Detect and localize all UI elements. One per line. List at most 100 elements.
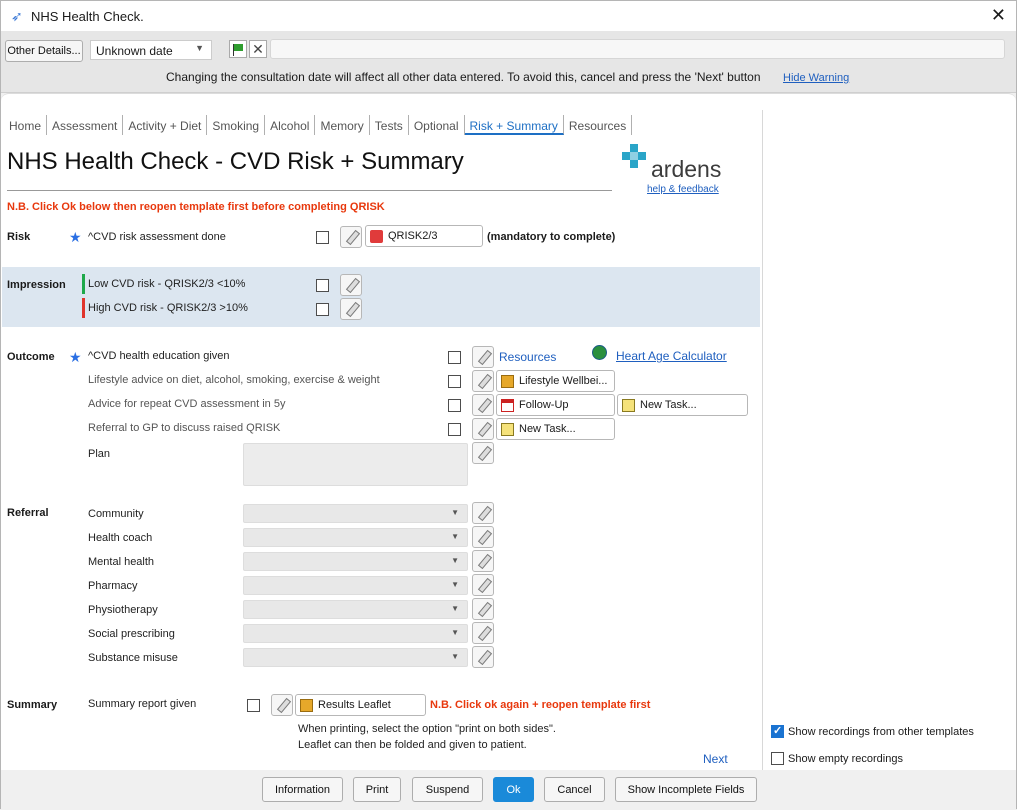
show-recordings-checkbox[interactable] [771, 724, 784, 738]
tab-risk-summary[interactable]: Risk + Summary [464, 115, 564, 135]
date-bar: Other Details... Unknown date ▼ ✕ Changi… [1, 31, 1016, 93]
edit-pencil-icon[interactable] [472, 574, 494, 596]
close-icon[interactable]: ✕ [991, 5, 1006, 26]
edit-pencil-icon[interactable] [271, 694, 293, 716]
star-icon: ★ [69, 229, 82, 245]
summary-section-label: Summary [7, 699, 58, 711]
tab-tests[interactable]: Tests [370, 115, 409, 135]
edit-pencil-icon[interactable] [472, 550, 494, 572]
task-icon [622, 399, 635, 412]
lifestyle-advice-label: Lifestyle advice on diet, alcohol, smoki… [88, 374, 380, 386]
tab-bar: Home Assessment Activity + Diet Smoking … [4, 113, 633, 139]
cvd-risk-assessment-label: ^CVD risk assessment done [88, 231, 226, 243]
print-button[interactable]: Print [353, 777, 401, 802]
referral-pharmacy-label: Pharmacy [88, 580, 138, 592]
hide-warning-link[interactable]: Hide Warning [783, 72, 849, 84]
repeat-assessment-checkbox[interactable] [448, 399, 461, 412]
new-task-button-label: New Task... [519, 423, 576, 435]
consultation-date-select[interactable]: Unknown date ▼ [90, 40, 212, 60]
edit-pencil-icon[interactable] [472, 502, 494, 524]
information-button[interactable]: Information [262, 777, 343, 802]
low-cvd-risk-checkbox[interactable] [316, 279, 329, 292]
outcome-section-label: Outcome [7, 351, 55, 363]
referral-community-label: Community [88, 508, 144, 520]
document-icon [501, 375, 514, 388]
edit-pencil-icon[interactable] [472, 622, 494, 644]
referral-physiotherapy-select[interactable] [243, 600, 468, 619]
referral-substance-misuse-select[interactable] [243, 648, 468, 667]
title-bar: ➶ NHS Health Check. ✕ [1, 1, 1016, 31]
calendar-icon [501, 399, 514, 412]
edit-pencil-icon[interactable] [340, 226, 362, 248]
suspend-button[interactable]: Suspend [412, 777, 483, 802]
referral-physiotherapy-label: Physiotherapy [88, 604, 158, 616]
show-empty-recordings-checkbox[interactable] [771, 752, 784, 765]
edit-pencil-icon[interactable] [472, 346, 494, 368]
high-cvd-risk-checkbox[interactable] [316, 303, 329, 316]
edit-pencil-icon[interactable] [340, 274, 362, 296]
tab-home[interactable]: Home [4, 115, 48, 135]
edit-pencil-icon[interactable] [472, 418, 494, 440]
other-details-button[interactable]: Other Details... [5, 40, 83, 62]
tab-alcohol[interactable]: Alcohol [265, 115, 316, 135]
heart-age-calculator-link[interactable]: Heart Age Calculator [616, 349, 727, 363]
window-title: NHS Health Check. [31, 9, 144, 24]
ok-button[interactable]: Ok [493, 777, 534, 802]
print-note-1: When printing, select the option "print … [298, 723, 556, 735]
gp-referral-checkbox[interactable] [448, 423, 461, 436]
date-warning-text: Changing the consultation date will affe… [166, 70, 761, 84]
summary-note: N.B. Click ok again + reopen template fi… [430, 699, 651, 711]
lifestyle-button-label: Lifestyle Wellbei... [519, 375, 608, 387]
referral-pharmacy-select[interactable] [243, 576, 468, 595]
qrisk-button[interactable]: QRISK2/3 [365, 225, 483, 247]
lifestyle-wellbeing-button[interactable]: Lifestyle Wellbei... [496, 370, 615, 392]
referral-community-select[interactable] [243, 504, 468, 523]
app-icon: ➶ [11, 8, 23, 24]
tab-smoking[interactable]: Smoking [207, 115, 266, 135]
new-task-button[interactable]: New Task... [496, 418, 615, 440]
referral-health-coach-select[interactable] [243, 528, 468, 547]
tab-activity-diet[interactable]: Activity + Diet [123, 115, 208, 135]
print-note-2: Leaflet can then be folded and given to … [298, 739, 527, 751]
edit-pencil-icon[interactable] [472, 646, 494, 668]
summary-report-checkbox[interactable] [247, 699, 260, 712]
cancel-button[interactable]: Cancel [544, 777, 605, 802]
resources-link[interactable]: Resources [499, 350, 556, 364]
tab-memory[interactable]: Memory [315, 115, 370, 135]
cvd-education-checkbox[interactable] [448, 351, 461, 364]
dice-icon [370, 230, 383, 243]
edit-pencil-icon[interactable] [472, 370, 494, 392]
show-empty-recordings-label: Show empty recordings [788, 753, 903, 765]
tab-optional[interactable]: Optional [409, 115, 465, 135]
gp-referral-label: Referral to GP to discuss raised QRISK [88, 422, 281, 434]
impression-band [2, 267, 760, 327]
lifestyle-advice-checkbox[interactable] [448, 375, 461, 388]
new-task-button-label: New Task... [640, 399, 697, 411]
referral-social-prescribing-select[interactable] [243, 624, 468, 643]
referral-section-label: Referral [7, 507, 49, 519]
chevron-down-icon: ▼ [195, 43, 204, 53]
follow-up-button[interactable]: Follow-Up [496, 394, 615, 416]
dialog-window: ➶ NHS Health Check. ✕ Other Details... U… [0, 0, 1017, 810]
show-incomplete-fields-button[interactable]: Show Incomplete Fields [615, 777, 757, 802]
edit-pencil-icon[interactable] [472, 598, 494, 620]
cvd-education-label: ^CVD health education given [88, 350, 230, 362]
edit-pencil-icon[interactable] [472, 442, 494, 464]
clear-date-icon[interactable]: ✕ [249, 40, 267, 58]
results-leaflet-button[interactable]: Results Leaflet [295, 694, 426, 716]
tab-assessment[interactable]: Assessment [47, 115, 124, 135]
new-task-button[interactable]: New Task... [617, 394, 748, 416]
edit-pencil-icon[interactable] [340, 298, 362, 320]
star-icon: ★ [69, 349, 82, 365]
plan-textarea[interactable] [243, 443, 468, 486]
next-link[interactable]: Next [703, 752, 728, 766]
follow-up-button-label: Follow-Up [519, 399, 569, 411]
edit-pencil-icon[interactable] [472, 394, 494, 416]
edit-pencil-icon[interactable] [472, 526, 494, 548]
task-icon [501, 423, 514, 436]
tab-resources[interactable]: Resources [564, 115, 633, 135]
help-feedback-link[interactable]: help & feedback [647, 184, 719, 195]
referral-mental-health-select[interactable] [243, 552, 468, 571]
flag-icon[interactable] [229, 40, 247, 58]
cvd-risk-assessment-checkbox[interactable] [316, 231, 329, 244]
